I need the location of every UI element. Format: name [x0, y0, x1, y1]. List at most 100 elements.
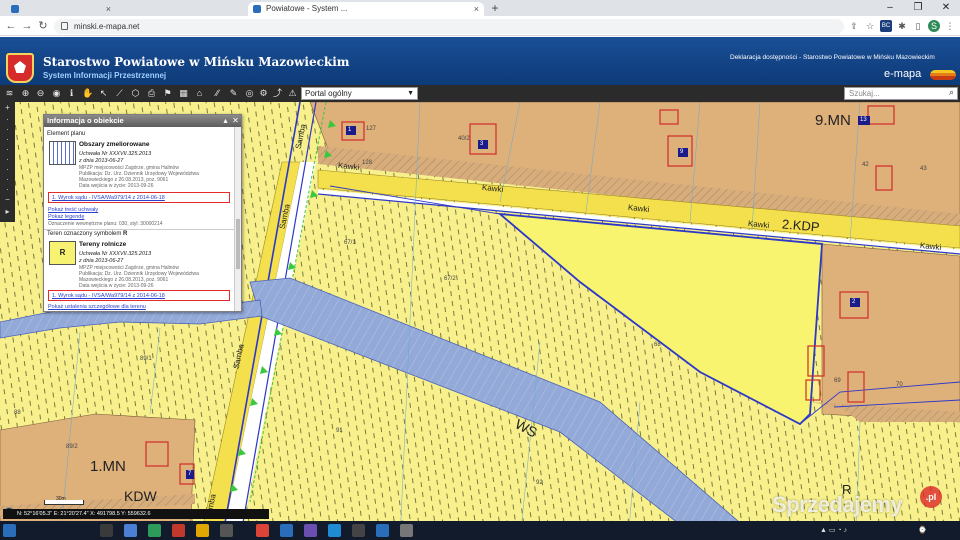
- close-tab-icon[interactable]: ×: [106, 2, 111, 16]
- full-extent-icon[interactable]: ◉: [51, 88, 62, 99]
- minimize-button[interactable]: –: [876, 0, 904, 16]
- portal-select[interactable]: Portal ogólny ▼: [301, 87, 418, 100]
- new-tab-button[interactable]: +: [488, 1, 502, 15]
- popup-scrollbar[interactable]: [234, 127, 241, 311]
- url-field[interactable]: minski.e-mapa.net: [54, 19, 844, 34]
- zoom-slider-tick[interactable]: ·: [2, 126, 13, 134]
- hatch-icon[interactable]: ∕∕: [212, 88, 223, 99]
- taskbar-app-icon[interactable]: [352, 524, 365, 537]
- zoom-in-icon[interactable]: ⊕: [20, 88, 31, 99]
- sidebar-icon[interactable]: ▯: [912, 20, 924, 32]
- expand-panel-icon[interactable]: ▸: [2, 208, 13, 216]
- info-icon[interactable]: ℹ: [66, 88, 77, 99]
- close-window-button[interactable]: ✕: [932, 0, 960, 16]
- globe-icon[interactable]: ◎: [244, 88, 255, 99]
- lock-icon: [61, 22, 68, 30]
- popup-header: Informacja o obiekcie ▴ ✕: [44, 115, 241, 127]
- zoom-slider-tick[interactable]: ·: [2, 186, 13, 194]
- close-tab-icon[interactable]: ×: [474, 2, 479, 16]
- taskbar-chrome-icon[interactable]: [256, 524, 269, 537]
- taskbar-app-icon[interactable]: [220, 524, 233, 537]
- close-icon[interactable]: ✕: [231, 115, 240, 127]
- warning-icon[interactable]: ⚠: [287, 88, 298, 99]
- court-ruling-box-2[interactable]: 1. Wyrok sądu - IVSA/Wa979/14 z 2014-06-…: [48, 290, 230, 301]
- popup-body: Element planu Obszary zmeliorowane Uchwa…: [44, 127, 235, 311]
- settings-icon[interactable]: ⚙: [258, 88, 269, 99]
- browser-tab-active[interactable]: Powiatowe - System ... ×: [248, 2, 484, 16]
- scrollbar-thumb[interactable]: [236, 219, 240, 269]
- reload-icon[interactable]: ↻: [36, 19, 50, 33]
- layers-icon[interactable]: ≋: [4, 88, 15, 99]
- item1-resolution: Uchwała Nr XXXVII.325.2013: [79, 151, 152, 157]
- filter-icon[interactable]: ⌂: [194, 88, 205, 99]
- clock[interactable]: ⌚: [918, 526, 927, 534]
- item1-effective-date: Data wejścia w życie: 2013-09-26: [79, 183, 154, 189]
- bookmark-star-icon[interactable]: ☆: [864, 20, 876, 32]
- accessibility-link[interactable]: Deklaracja dostępności - Starostwo Powia…: [730, 54, 935, 61]
- table-icon[interactable]: ▦: [178, 88, 189, 99]
- taskbar-app-icon[interactable]: [100, 524, 113, 537]
- measure-line-icon[interactable]: ⟋: [114, 88, 125, 99]
- taskbar-app-icon[interactable]: [196, 524, 209, 537]
- menu-kebab-icon[interactable]: ⋮: [944, 20, 956, 32]
- zoom-slider-tick[interactable]: ·: [2, 156, 13, 164]
- zoom-slider-tick[interactable]: ·: [2, 146, 13, 154]
- zoom-slider-tick[interactable]: ·: [2, 136, 13, 144]
- parcel-number: 43: [920, 166, 927, 172]
- tab-title: Powiatowe - System ...: [266, 4, 348, 13]
- taskbar-app-icon[interactable]: [148, 524, 161, 537]
- pan-hand-icon[interactable]: ✋: [82, 88, 93, 99]
- taskbar-app-icon[interactable]: [328, 524, 341, 537]
- forward-icon[interactable]: →: [20, 19, 34, 33]
- court-ruling-box[interactable]: 1. Wyrok sądu - IVSA/Wa979/14 z 2014-06-…: [48, 192, 230, 203]
- section-label-zone-symbol: R: [123, 231, 128, 237]
- select-arrow-icon[interactable]: ↖: [98, 88, 109, 99]
- zoom-slider-tick[interactable]: ·: [2, 176, 13, 184]
- print-icon[interactable]: ⎙: [146, 88, 157, 99]
- parcel-number: 91: [336, 428, 343, 434]
- zoom-slider-tick[interactable]: ·: [2, 166, 13, 174]
- zone-label-kdw: KDW: [124, 488, 157, 504]
- item2-title: Tereny rolnicze: [79, 241, 127, 248]
- court-ruling-link-2[interactable]: 1. Wyrok sądu - IVSA/Wa979/14 z 2014-06-…: [52, 293, 165, 299]
- taskbar-app-icon[interactable]: [280, 524, 293, 537]
- swatch-agricultural: R: [49, 241, 76, 265]
- building-number: 1: [348, 127, 352, 133]
- search-icon[interactable]: ⌕: [949, 87, 954, 98]
- search-input[interactable]: Szukaj... ⌕: [844, 87, 958, 100]
- section-label-zone: Teren oznaczony symbolem R: [47, 231, 127, 237]
- court-ruling-link[interactable]: 1. Wyrok sądu - IVSA/Wa979/14 z 2014-06-…: [52, 195, 165, 201]
- share-icon[interactable]: ⇪: [848, 20, 860, 32]
- show-details-link[interactable]: Pokaż ustalenia szczegółowe dla terenu: [48, 304, 146, 310]
- puzzle-icon[interactable]: ✱: [896, 20, 908, 32]
- show-legend-link[interactable]: Pokaż legendę: [48, 214, 84, 220]
- portal-select-value: Portal ogólny: [305, 89, 352, 98]
- zoom-slider-tick[interactable]: ·: [2, 116, 13, 124]
- pan-up-icon[interactable]: +: [2, 104, 13, 112]
- bookmark-icon[interactable]: ⚑: [162, 88, 173, 99]
- share-map-icon[interactable]: ⤴: [272, 88, 283, 99]
- app-subtitle: System Informacji Przestrzennej: [43, 71, 167, 80]
- show-resolution-link[interactable]: Pokaż treść uchwały: [48, 207, 98, 213]
- taskbar-app-icon[interactable]: [400, 524, 413, 537]
- browser-tab[interactable]: ×: [6, 2, 116, 16]
- marker-icon[interactable]: ✎: [228, 88, 239, 99]
- taskbar-app-icon[interactable]: [376, 524, 389, 537]
- back-icon[interactable]: ←: [4, 19, 18, 33]
- url-text: minski.e-mapa.net: [74, 22, 140, 31]
- left-tool-strip: + · · · · · · · · − ▸: [0, 102, 15, 222]
- measure-area-icon[interactable]: ⬡: [130, 88, 141, 99]
- zoom-out-small-icon[interactable]: −: [2, 196, 13, 204]
- zoom-out-icon[interactable]: ⊖: [35, 88, 46, 99]
- taskbar-app-icon[interactable]: [304, 524, 317, 537]
- collapse-icon[interactable]: ▴: [221, 115, 230, 127]
- tray-icons[interactable]: ▲ ▭ ◔ ♪: [820, 526, 847, 534]
- taskbar-app-icon[interactable]: [124, 524, 137, 537]
- parcel-number: 40/2: [458, 136, 470, 142]
- start-icon[interactable]: [3, 524, 16, 537]
- building-number: 9: [680, 149, 684, 155]
- taskbar-app-icon[interactable]: [172, 524, 185, 537]
- extension-icon[interactable]: BC: [880, 20, 892, 32]
- maximize-button[interactable]: ❐: [904, 0, 932, 16]
- profile-avatar[interactable]: S: [928, 20, 940, 32]
